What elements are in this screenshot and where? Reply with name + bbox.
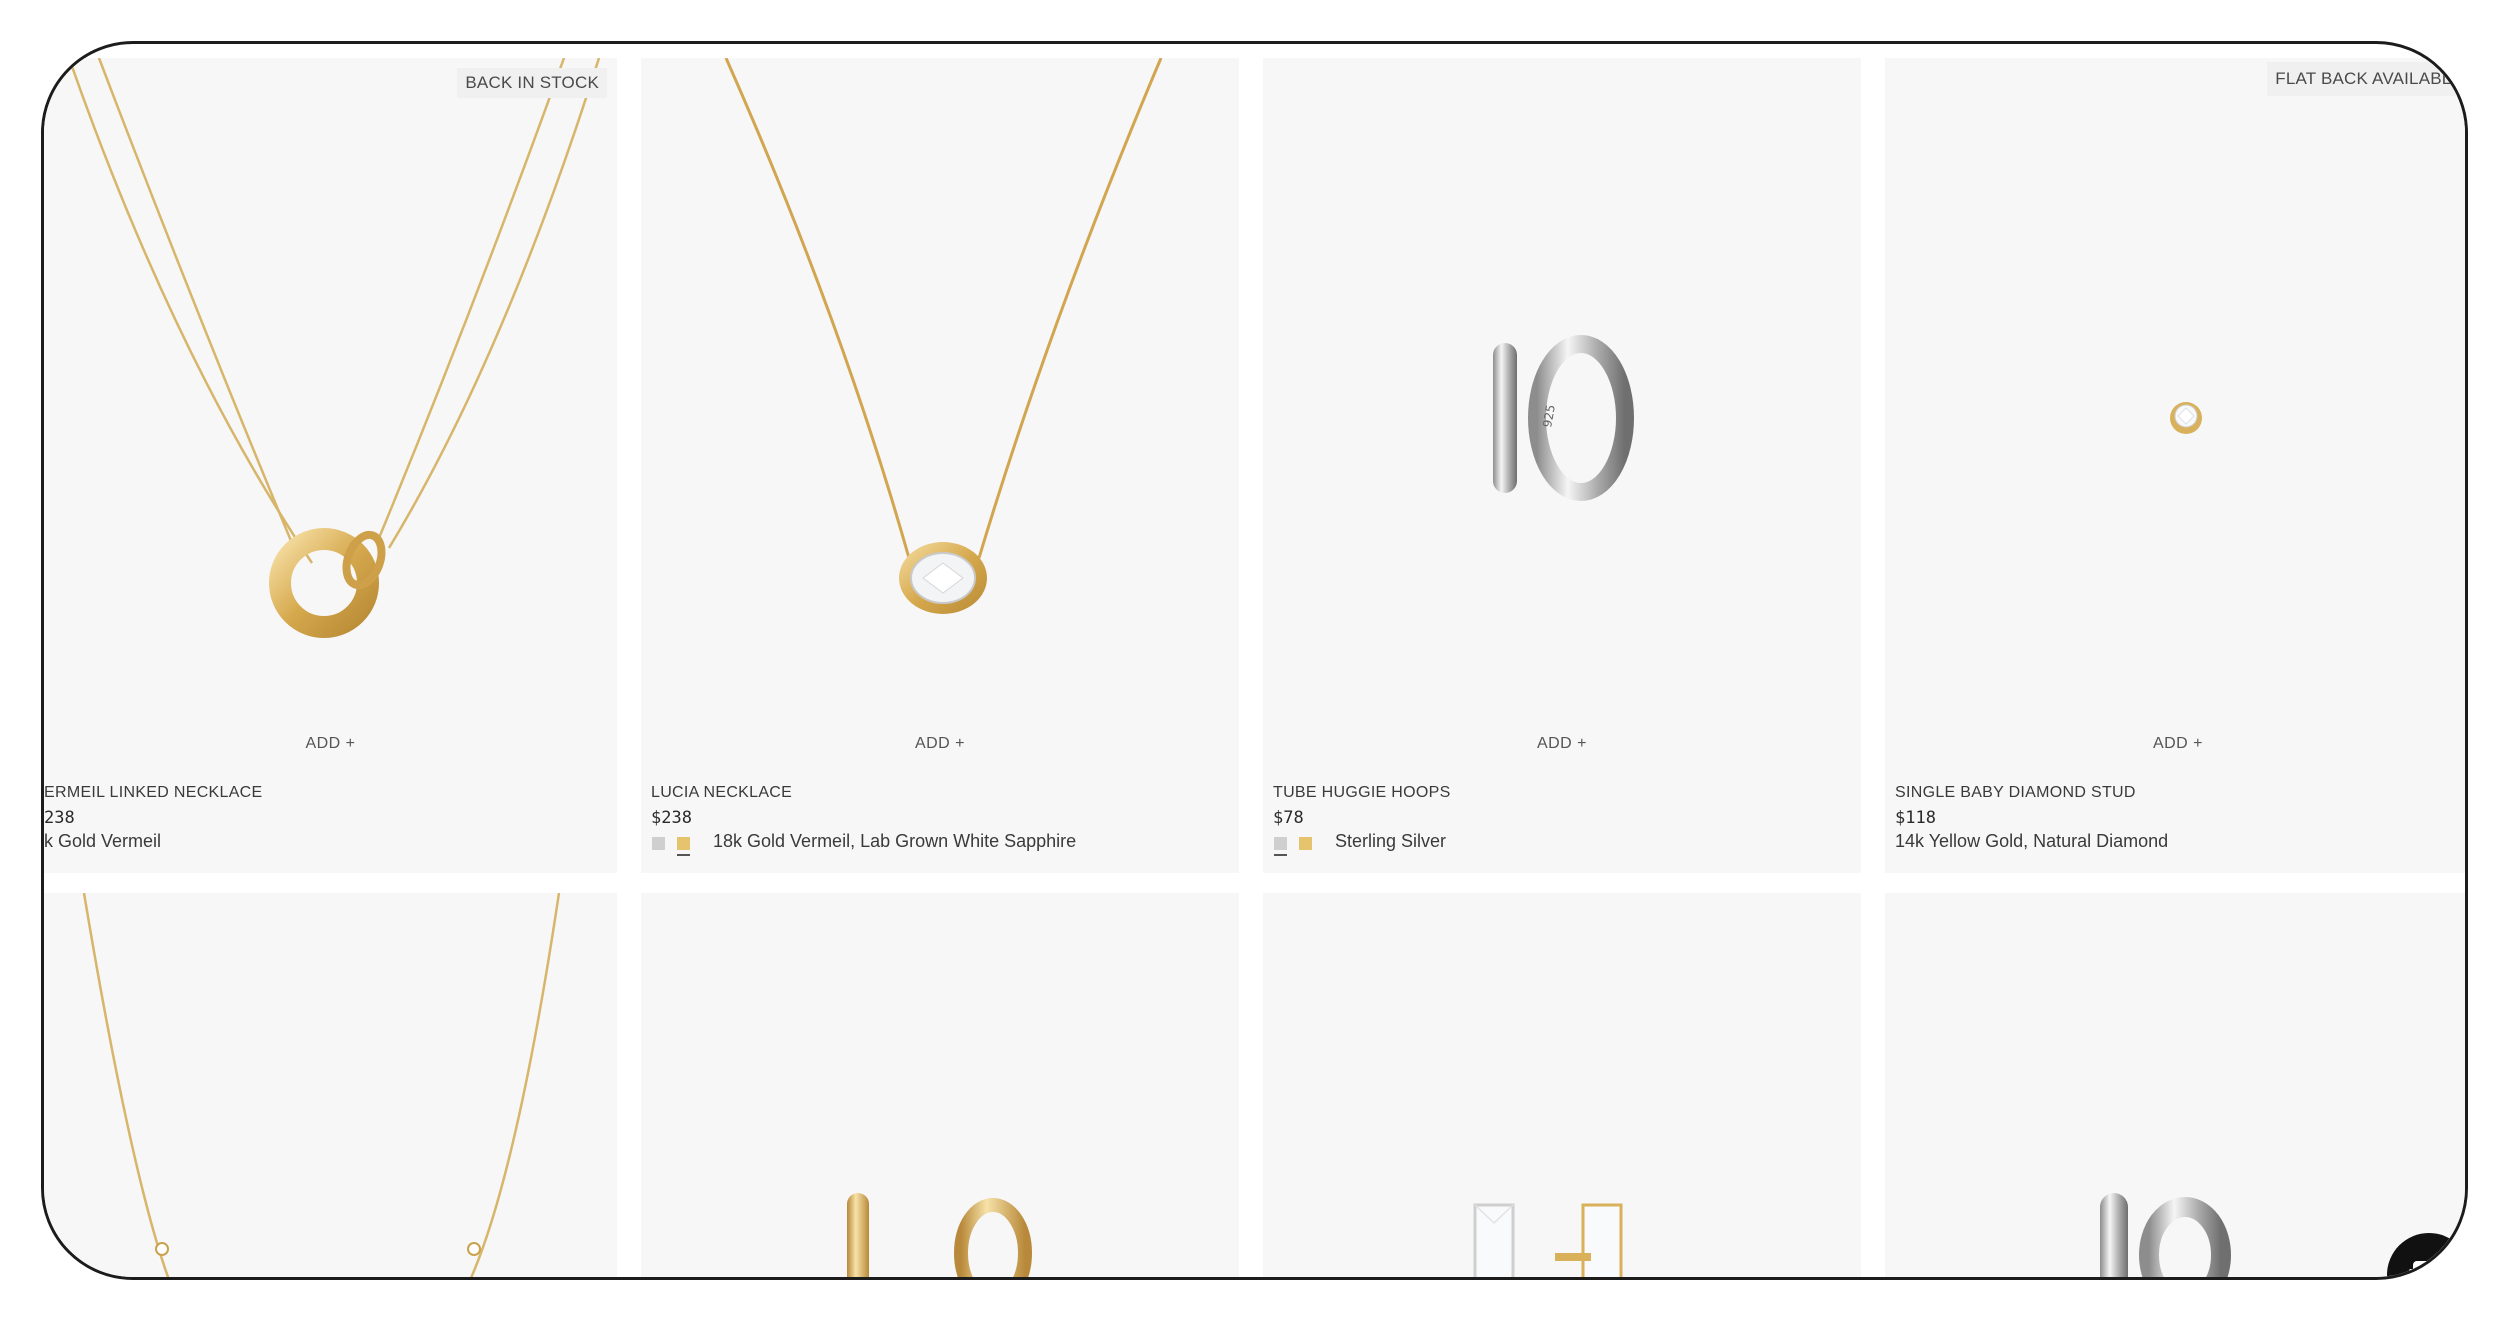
add-to-cart-button[interactable]: ADD +: [1885, 735, 2465, 753]
product-image-silver-wide-huggies: [2100, 1193, 2231, 1277]
product-image-single-baby-diamond-stud: [2170, 402, 2202, 434]
product-material: k Gold Vermeil: [44, 831, 162, 851]
product-card[interactable]: FLAT BACK AVAILABLE ADD + SINGLE BABY DI…: [1885, 58, 2465, 873]
screenshot-frame: BACK IN STOCK ADD + ERMEIL LINKED NECKLA…: [41, 41, 2468, 1280]
gold-swatch[interactable]: [677, 837, 690, 856]
product-name[interactable]: ERMEIL LINKED NECKLACE: [44, 784, 263, 802]
svg-text:925: 925: [1540, 404, 1558, 429]
product-card[interactable]: [641, 893, 1239, 1277]
silver-swatch[interactable]: [652, 837, 665, 850]
add-to-cart-button[interactable]: ADD +: [44, 735, 617, 753]
silver-swatch[interactable]: [1274, 837, 1287, 856]
product-price: $238: [651, 808, 692, 828]
product-price: $78: [1273, 808, 1304, 828]
product-price: $118: [1895, 808, 1936, 828]
gold-swatch[interactable]: [1299, 837, 1312, 850]
add-to-cart-button[interactable]: ADD +: [641, 735, 1239, 753]
chat-bubble-icon: [2409, 1261, 2447, 1277]
product-name[interactable]: SINGLE BABY DIAMOND STUD: [1895, 784, 2136, 802]
product-material: 18k Gold Vermeil, Lab Grown White Sapphi…: [713, 831, 1077, 851]
product-image-linked-necklace: [67, 58, 601, 638]
product-price: 238: [44, 808, 75, 828]
product-image-tube-huggie-hoops: 925: [1493, 335, 1634, 501]
flat-back-available-badge: FLAT BACK AVAILABLE: [2267, 62, 2465, 96]
product-card[interactable]: ADD + LUCIA NECKLACE $238 18k Gold Verme…: [641, 58, 1239, 873]
product-name[interactable]: TUBE HUGGIE HOOPS: [1273, 784, 1451, 802]
product-card[interactable]: [1263, 893, 1861, 1277]
product-card[interactable]: [1885, 893, 2465, 1277]
product-material: 14k Yellow Gold, Natural Diamond: [1895, 831, 2169, 851]
product-name[interactable]: LUCIA NECKLACE: [651, 784, 792, 802]
product-image-baguette-studs: [1473, 1203, 1623, 1277]
product-image-gold-huggie-hoops: [847, 1193, 1032, 1277]
back-in-stock-badge: BACK IN STOCK: [457, 68, 607, 98]
product-material: Sterling Silver: [1335, 831, 1447, 851]
product-image-station-necklace: [82, 893, 561, 1277]
product-card[interactable]: 925 ADD + TUBE HUGGIE HOOPS $78 Sterling…: [1263, 58, 1861, 873]
product-card[interactable]: [44, 893, 617, 1277]
product-card[interactable]: BACK IN STOCK ADD + ERMEIL LINKED NECKLA…: [44, 58, 617, 873]
chat-button[interactable]: [2387, 1233, 2465, 1277]
add-to-cart-button[interactable]: ADD +: [1263, 735, 1861, 753]
product-image-lucia-necklace: [724, 58, 1163, 614]
